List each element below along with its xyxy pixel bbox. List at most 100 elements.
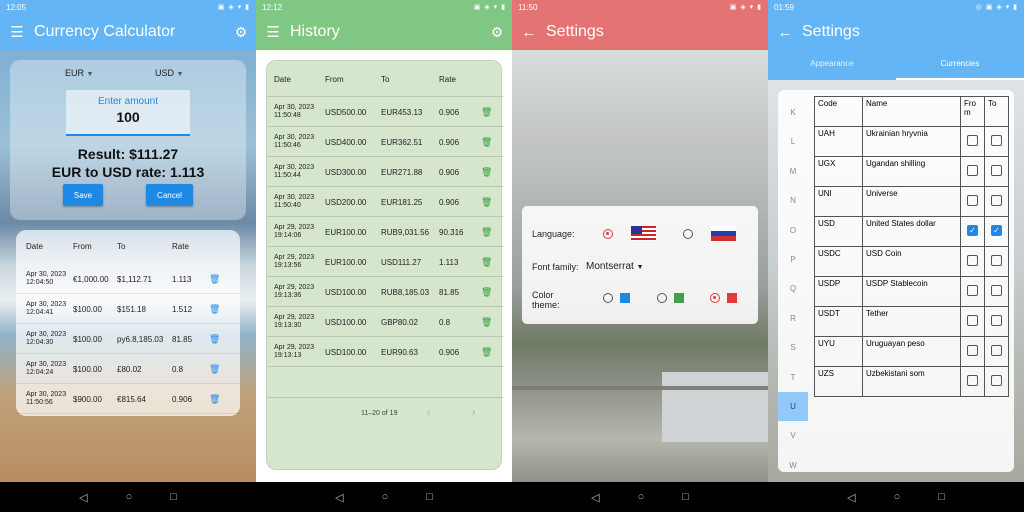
row-to: $1,112.71 — [117, 275, 152, 284]
trash-icon[interactable]: 🗑 — [481, 107, 492, 118]
from-checkbox[interactable] — [967, 255, 978, 266]
amount-field[interactable]: Enter amount 100 — [66, 90, 190, 136]
nav-home-icon[interactable]: ○ — [894, 491, 901, 503]
nav-recents-icon[interactable]: □ — [426, 491, 433, 503]
row-to: EUR362.51 — [381, 138, 423, 147]
trash-icon[interactable]: 🗑 — [481, 167, 492, 178]
row-date-time: 11:50:44 — [274, 172, 301, 179]
trash-icon[interactable]: 🗑 — [209, 274, 220, 285]
back-arrow-icon[interactable]: ← — [768, 24, 802, 41]
alphabet-letter[interactable]: T — [778, 363, 808, 392]
language-en-radio[interactable] — [603, 229, 613, 239]
table-row: Apr 30, 2023 11:50:56 $900.00 €815.64 0.906 🗑 — [16, 384, 240, 414]
row-to: EUR453.13 — [381, 108, 423, 117]
alphabet-letter[interactable]: U — [778, 391, 808, 422]
gear-icon[interactable]: ⚙ — [482, 24, 512, 41]
us-flag-icon — [631, 226, 656, 241]
nav-home-icon[interactable]: ○ — [126, 491, 133, 503]
language-ru-radio[interactable] — [683, 229, 693, 239]
theme-red-radio[interactable] — [710, 293, 720, 303]
tab-currencies[interactable]: Currencies — [896, 59, 1024, 68]
row-to: RUB9,031.56 — [381, 228, 430, 237]
trash-icon[interactable]: 🗑 — [209, 394, 220, 405]
currencies-card: KLMNOPQRSTUVW Code Name Fro m To UAH Ukra… — [778, 90, 1014, 472]
alphabet-letter[interactable]: S — [778, 333, 808, 362]
to-checkbox[interactable] — [991, 135, 1002, 146]
dropdown-icon: ▼ — [636, 264, 644, 271]
table-row: UYU Uruguayan peso — [814, 336, 1009, 367]
nav-back-icon[interactable]: ◁ — [591, 491, 599, 504]
to-checkbox[interactable] — [991, 195, 1002, 206]
theme-green-radio[interactable] — [657, 293, 667, 303]
header-to: To — [117, 242, 126, 251]
to-checkbox[interactable] — [991, 255, 1002, 266]
alphabet-letter[interactable]: V — [778, 421, 808, 450]
back-arrow-icon[interactable]: ← — [512, 24, 546, 41]
menu-icon[interactable]: ☰ — [256, 23, 290, 41]
trash-icon[interactable]: 🗑 — [481, 317, 492, 328]
from-checkbox[interactable] — [967, 165, 978, 176]
alphabet-letter[interactable]: P — [778, 245, 808, 274]
to-checkbox[interactable] — [991, 375, 1002, 386]
nav-back-icon[interactable]: ◁ — [335, 491, 343, 504]
to-checkbox[interactable]: ✓ — [991, 225, 1002, 236]
trash-icon[interactable]: 🗑 — [209, 304, 220, 315]
from-checkbox[interactable] — [967, 135, 978, 146]
trash-icon[interactable]: 🗑 — [481, 137, 492, 148]
alphabet-letter[interactable]: W — [778, 451, 808, 480]
from-checkbox[interactable] — [967, 195, 978, 206]
alphabet-letter[interactable]: M — [778, 157, 808, 186]
menu-icon[interactable]: ☰ — [0, 23, 34, 41]
nav-back-icon[interactable]: ◁ — [847, 491, 855, 504]
from-currency-select[interactable]: EUR ▼ — [65, 68, 93, 78]
to-currency-select[interactable]: USD ▼ — [155, 68, 183, 78]
page-title: Currency Calculator — [34, 23, 176, 40]
chevron-left-icon[interactable]: ‹ — [427, 407, 430, 418]
alphabet-letter[interactable]: R — [778, 304, 808, 333]
trash-icon[interactable]: 🗑 — [209, 334, 220, 345]
nav-home-icon[interactable]: ○ — [638, 491, 645, 503]
alphabet-letter[interactable]: K — [778, 98, 808, 127]
alphabet-letter[interactable]: N — [778, 186, 808, 215]
chevron-right-icon[interactable]: › — [472, 407, 475, 418]
app-bar: ☰ History ⚙ — [256, 14, 512, 50]
tab-appearance[interactable]: Appearance — [768, 59, 896, 68]
nav-recents-icon[interactable]: □ — [170, 491, 177, 503]
font-family-select[interactable]: Montserrat ▼ — [586, 261, 644, 272]
alphabet-letter[interactable]: Q — [778, 274, 808, 303]
row-date-time: 11:50:56 — [26, 399, 53, 406]
cancel-button[interactable]: Cancel — [146, 184, 193, 206]
row-from: EUR100.00 — [325, 228, 367, 237]
nav-home-icon[interactable]: ○ — [382, 491, 389, 503]
trash-icon[interactable]: 🗑 — [481, 227, 492, 238]
app-bar: ← Settings — [512, 14, 768, 50]
save-button[interactable]: Save — [63, 184, 103, 206]
from-checkbox[interactable] — [967, 345, 978, 356]
nav-recents-icon[interactable]: □ — [938, 491, 945, 503]
table-row: UZS Uzbekistani som — [814, 366, 1009, 397]
from-checkbox[interactable]: ✓ — [967, 225, 978, 236]
to-checkbox[interactable] — [991, 165, 1002, 176]
trash-icon[interactable]: 🗑 — [481, 257, 492, 268]
alphabet-letter[interactable]: O — [778, 216, 808, 245]
from-checkbox[interactable] — [967, 285, 978, 296]
trash-icon[interactable]: 🗑 — [481, 197, 492, 208]
trash-icon[interactable]: 🗑 — [481, 287, 492, 298]
history-rows: Apr 30, 2023 11:50:48 USD500.00 EUR453.13 0.… — [267, 97, 503, 367]
nav-recents-icon[interactable]: □ — [682, 491, 689, 503]
from-checkbox[interactable] — [967, 315, 978, 326]
theme-blue-radio[interactable] — [603, 293, 613, 303]
row-to: EUR90.63 — [381, 348, 418, 357]
trash-icon[interactable]: 🗑 — [209, 364, 220, 375]
to-checkbox[interactable] — [991, 315, 1002, 326]
alphabet-letter[interactable]: L — [778, 127, 808, 156]
table-row: UAH Ukrainian hryvnia — [814, 126, 1009, 157]
row-date-time: 19:13:36 — [274, 292, 302, 299]
from-checkbox[interactable] — [967, 375, 978, 386]
gear-icon[interactable]: ⚙ — [226, 24, 256, 41]
to-checkbox[interactable] — [991, 285, 1002, 296]
row-date-day: Apr 29, 2023 — [274, 254, 315, 261]
to-checkbox[interactable] — [991, 345, 1002, 356]
trash-icon[interactable]: 🗑 — [481, 347, 492, 358]
nav-back-icon[interactable]: ◁ — [79, 491, 87, 504]
